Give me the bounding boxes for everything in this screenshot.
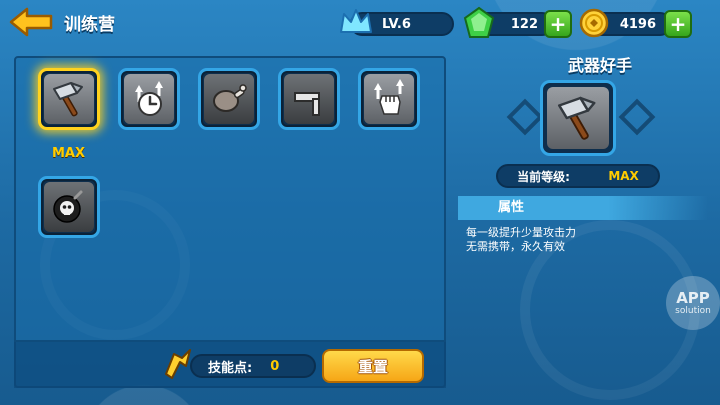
skill-points-value: 0 [270,358,280,374]
watermark-badge: APP solution [666,276,720,330]
description-line: 无需携带，永久有效 [466,240,565,253]
current-level-value: MAX [608,169,639,183]
anvil-hammer-icon [294,92,320,116]
skill-slot-inner [364,74,414,124]
skull-bomb-icon [53,190,83,223]
skill-description: 每一级提升少量攻击力 无需携带，永久有效 [466,226,686,254]
back-arrow-icon [9,7,53,37]
watermark-subtext: solution [675,305,711,316]
add-gems-button[interactable]: + [544,10,572,38]
gem-icon [463,6,495,38]
skill-slot-power[interactable] [358,68,420,130]
hammer-icon [53,82,83,117]
hammer-icon [558,96,596,140]
meat-icon [213,84,247,112]
page-title: 训练营 [64,15,115,35]
skill-max-label: MAX [52,146,86,161]
skill-slot-forge[interactable] [278,68,340,130]
skill-slot-food[interactable] [198,68,260,130]
skill-slot-inner [547,87,609,149]
plus-icon: + [549,12,567,36]
reset-button[interactable]: 重置 [322,349,424,383]
selected-skill-preview [540,80,616,156]
fist-boost-icon [374,79,404,115]
skill-points-label: 技能点: [208,360,253,376]
coin-icon [579,8,609,38]
current-level-label: 当前等级: [517,169,570,184]
skill-slot-bomb[interactable] [38,176,100,238]
skill-slot-speed[interactable] [118,68,180,130]
skill-slot-inner [44,182,94,232]
watermark-text: APP [676,288,710,307]
player-level-text: LV.6 [382,16,411,32]
skill-slot-inner [284,74,334,124]
gem-count: 122 [510,16,538,32]
skill-slot-inner [204,74,254,124]
skill-slot-weapon[interactable] [38,68,100,130]
crown-icon [340,9,372,33]
attributes-tab[interactable]: 属性 [458,196,708,220]
current-level-row: 当前等级: MAX [496,164,660,188]
clock-boost-icon [135,81,163,116]
add-coins-button[interactable]: + [664,10,692,38]
back-button[interactable] [8,6,54,38]
top-bar: 训练营 LV.6 122 + 4196 + [0,0,720,46]
coin-count: 4196 [619,16,656,32]
skill-points-display: 技能点: 0 [190,354,316,378]
description-line: 每一级提升少量攻击力 [466,226,576,239]
plus-icon: + [669,12,687,36]
skill-name: 武器好手 [567,56,632,75]
skill-slot-inner [124,74,174,124]
skill-slot-inner [44,74,94,124]
